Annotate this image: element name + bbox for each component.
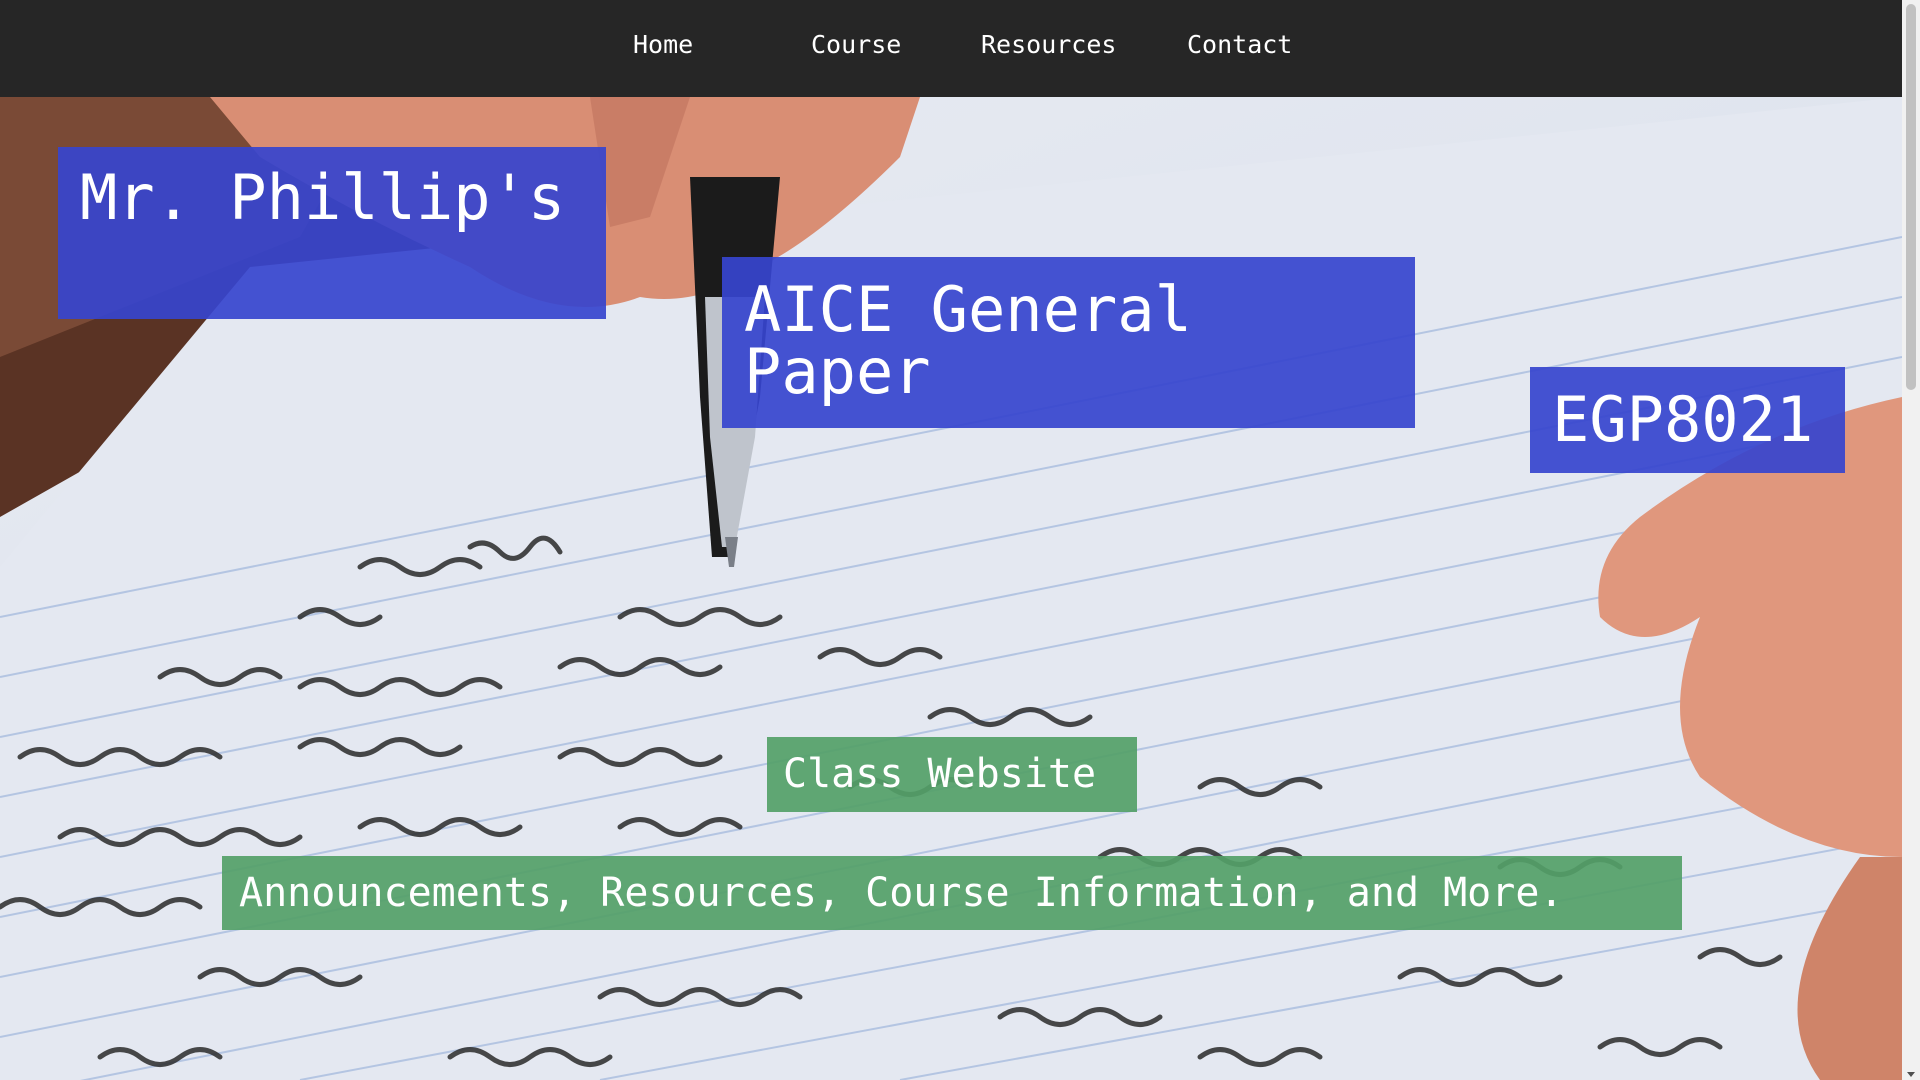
top-navbar: Home Course Resources Contact	[0, 0, 1902, 97]
nav-link-contact[interactable]: Contact	[1187, 30, 1292, 59]
course-title-text: AICE General Paper	[744, 273, 1192, 408]
page-scrollbar[interactable]	[1902, 0, 1920, 1080]
tagline-text: Announcements, Resources, Course Informa…	[239, 870, 1564, 916]
course-code-text: EGP8021	[1552, 383, 1814, 456]
subtitle-banner: Class Website	[767, 737, 1137, 812]
tagline-banner: Announcements, Resources, Course Informa…	[222, 856, 1682, 930]
course-title-banner: AICE General Paper	[722, 257, 1415, 428]
scrollbar-thumb[interactable]	[1906, 4, 1916, 390]
owner-title-text: Mr. Phillip's	[80, 161, 566, 234]
nav-link-course[interactable]: Course	[811, 30, 901, 59]
nav-link-resources[interactable]: Resources	[981, 30, 1116, 59]
nav-link-home[interactable]: Home	[633, 30, 693, 59]
scroll-down-arrow-icon[interactable]	[1907, 1072, 1915, 1077]
course-code-banner: EGP8021	[1530, 367, 1845, 473]
page: Home Course Resources Contact Mr. Philli…	[0, 0, 1920, 1080]
owner-title-banner: Mr. Phillip's	[58, 147, 606, 319]
subtitle-text: Class Website	[783, 751, 1097, 797]
